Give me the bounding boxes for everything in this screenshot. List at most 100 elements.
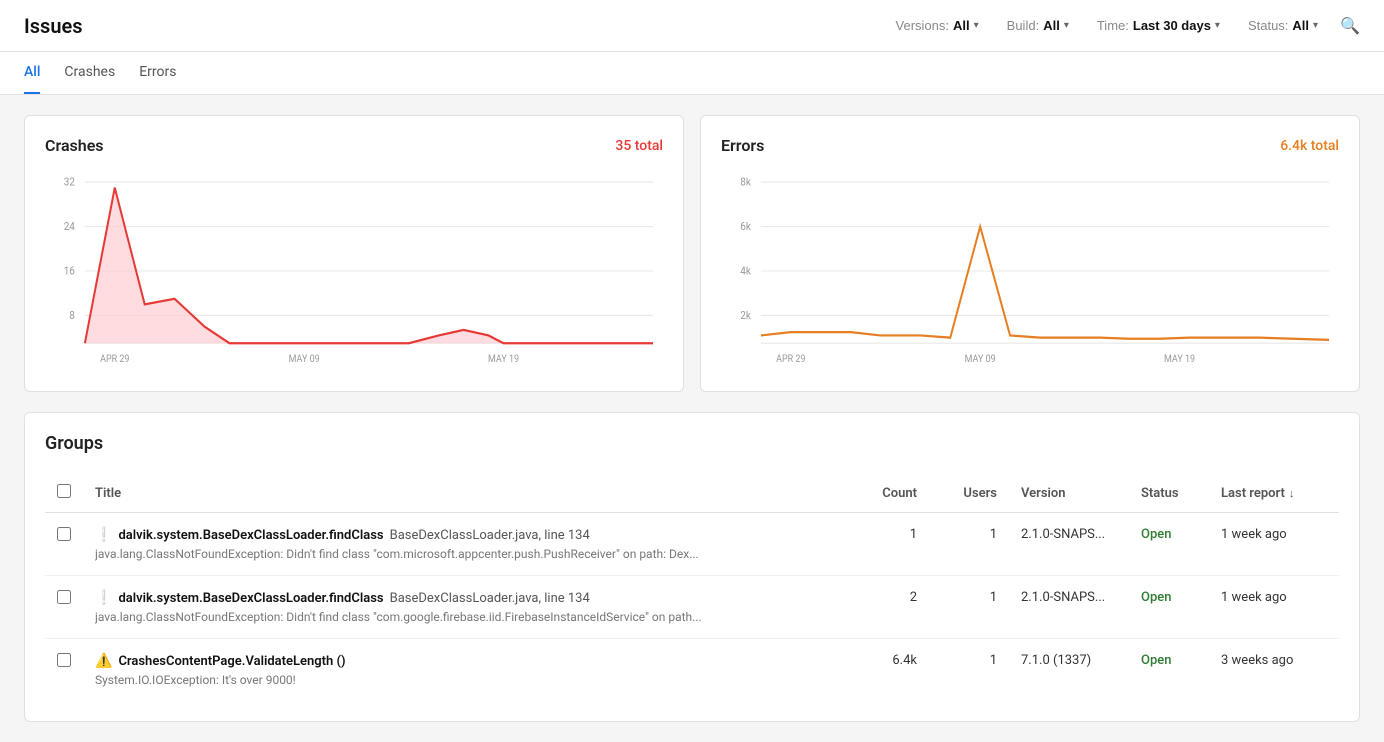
svg-text:24: 24: [64, 219, 75, 233]
search-icon[interactable]: 🔍: [1340, 16, 1360, 35]
crashes-chart-title: Crashes: [45, 136, 104, 155]
issue-title-line: ⚠️ CrashesContentPage.ValidateLength (): [95, 653, 837, 669]
svg-text:6k: 6k: [740, 219, 751, 233]
crashes-chart-svg: 32 24 16 8 APR 29 MAY 09 MAY 19: [45, 171, 663, 371]
th-version: Version: [1009, 474, 1129, 513]
issue-title-line: ❕ dalvik.system.BaseDexClassLoader.findC…: [95, 527, 837, 543]
time-value: Last 30 days: [1133, 18, 1211, 33]
tab-crashes[interactable]: Crashes: [64, 52, 115, 94]
th-last-report: Last report ↓: [1209, 474, 1339, 513]
svg-text:MAY 19: MAY 19: [488, 354, 519, 366]
row-checkbox-cell: [45, 576, 83, 639]
status-filter[interactable]: Status: All ▾: [1242, 14, 1324, 37]
charts-row: Crashes 35 total 32 24 16 8 APR: [24, 115, 1360, 392]
table-row: ⚠️ CrashesContentPage.ValidateLength () …: [45, 639, 1339, 702]
errors-chart-card: Errors 6.4k total 8k 6k 4k 2k A: [700, 115, 1360, 392]
row-count-cell: 1: [849, 513, 929, 576]
row-checkbox-cell: [45, 639, 83, 702]
svg-text:32: 32: [64, 175, 75, 189]
error-icon: ❕: [95, 590, 112, 606]
status-badge: Open: [1141, 653, 1171, 668]
issue-method[interactable]: dalvik.system.BaseDexClassLoader.findCla…: [118, 528, 383, 543]
row-title-cell: ❕ dalvik.system.BaseDexClassLoader.findC…: [83, 513, 849, 576]
crashes-chart-area: 32 24 16 8 APR 29 MAY 09 MAY 19: [45, 171, 663, 371]
table-header-row: Title Count Users Version Status Last re…: [45, 474, 1339, 513]
time-filter[interactable]: Time: Last 30 days ▾: [1091, 14, 1226, 37]
row-lastreport-cell: 1 week ago: [1209, 513, 1339, 576]
row-count-cell: 2: [849, 576, 929, 639]
row-users-cell: 1: [929, 639, 1009, 702]
build-filter[interactable]: Build: All ▾: [1001, 14, 1075, 37]
row-checkbox-2[interactable]: [57, 653, 71, 667]
issue-method[interactable]: CrashesContentPage.ValidateLength (): [118, 654, 345, 669]
row-checkbox-1[interactable]: [57, 590, 71, 604]
row-status-cell: Open: [1129, 639, 1209, 702]
errors-chart-svg: 8k 6k 4k 2k APR 29 MAY 09 MAY 19: [721, 171, 1339, 371]
issue-location: BaseDexClassLoader.java, line 134: [390, 591, 590, 606]
issue-method[interactable]: dalvik.system.BaseDexClassLoader.findCla…: [118, 591, 383, 606]
versions-label: Versions:: [896, 18, 949, 33]
svg-text:APR 29: APR 29: [776, 354, 805, 366]
th-checkbox: [45, 474, 83, 513]
row-count-cell: 6.4k: [849, 639, 929, 702]
groups-card: Groups Title Count Users Version Status …: [24, 412, 1360, 722]
status-value: All: [1292, 18, 1309, 33]
row-status-cell: Open: [1129, 576, 1209, 639]
errors-chart-area: 8k 6k 4k 2k APR 29 MAY 09 MAY 19: [721, 171, 1339, 371]
row-checkbox-cell: [45, 513, 83, 576]
tab-errors[interactable]: Errors: [139, 52, 176, 94]
warning-icon: ⚠️: [95, 653, 112, 669]
build-value: All: [1043, 18, 1060, 33]
th-status: Status: [1129, 474, 1209, 513]
status-chevron-icon: ▾: [1313, 20, 1318, 31]
build-label: Build:: [1007, 18, 1040, 33]
tabs-bar: All Crashes Errors: [0, 52, 1384, 95]
build-chevron-icon: ▾: [1064, 20, 1069, 31]
status-badge: Open: [1141, 590, 1171, 605]
svg-text:APR 29: APR 29: [100, 354, 129, 366]
svg-text:MAY 19: MAY 19: [1164, 354, 1195, 366]
row-checkbox-0[interactable]: [57, 527, 71, 541]
table-row: ❕ dalvik.system.BaseDexClassLoader.findC…: [45, 513, 1339, 576]
svg-text:16: 16: [64, 264, 75, 278]
row-users-cell: 1: [929, 576, 1009, 639]
status-badge: Open: [1141, 527, 1171, 542]
row-lastreport-cell: 3 weeks ago: [1209, 639, 1339, 702]
row-status-cell: Open: [1129, 513, 1209, 576]
row-version-cell: 2.1.0-SNAPS...: [1009, 513, 1129, 576]
errors-chart-total: 6.4k total: [1280, 138, 1339, 154]
svg-text:MAY 09: MAY 09: [965, 354, 996, 366]
th-users: Users: [929, 474, 1009, 513]
time-chevron-icon: ▾: [1215, 20, 1220, 31]
row-version-cell: 2.1.0-SNAPS...: [1009, 576, 1129, 639]
select-all-checkbox[interactable]: [57, 484, 71, 498]
header-controls: Versions: All ▾ Build: All ▾ Time: Last …: [890, 14, 1360, 37]
crashes-chart-total: 35 total: [615, 138, 663, 154]
svg-text:8: 8: [69, 308, 75, 322]
issue-location: BaseDexClassLoader.java, line 134: [390, 528, 590, 543]
th-count: Count: [849, 474, 929, 513]
row-title-cell: ⚠️ CrashesContentPage.ValidateLength () …: [83, 639, 849, 702]
row-users-cell: 1: [929, 513, 1009, 576]
error-icon: ❕: [95, 527, 112, 543]
issue-title-line: ❕ dalvik.system.BaseDexClassLoader.findC…: [95, 590, 837, 606]
svg-text:8k: 8k: [740, 175, 751, 189]
header: Issues Versions: All ▾ Build: All ▾ Time…: [0, 0, 1384, 52]
row-lastreport-cell: 1 week ago: [1209, 576, 1339, 639]
svg-text:2k: 2k: [740, 308, 751, 322]
crashes-chart-card: Crashes 35 total 32 24 16 8 APR: [24, 115, 684, 392]
tab-all[interactable]: All: [24, 52, 40, 94]
time-label: Time:: [1097, 18, 1129, 33]
crashes-chart-header: Crashes 35 total: [45, 136, 663, 155]
page-title: Issues: [24, 14, 83, 38]
status-label: Status:: [1248, 18, 1288, 33]
versions-value: All: [953, 18, 970, 33]
groups-title: Groups: [45, 433, 1339, 454]
issue-subtitle: java.lang.ClassNotFoundException: Didn't…: [95, 610, 735, 624]
svg-text:MAY 09: MAY 09: [289, 354, 320, 366]
errors-chart-title: Errors: [721, 136, 764, 155]
th-title: Title: [83, 474, 849, 513]
versions-filter[interactable]: Versions: All ▾: [890, 14, 985, 37]
table-row: ❕ dalvik.system.BaseDexClassLoader.findC…: [45, 576, 1339, 639]
sort-icon: ↓: [1289, 487, 1295, 500]
